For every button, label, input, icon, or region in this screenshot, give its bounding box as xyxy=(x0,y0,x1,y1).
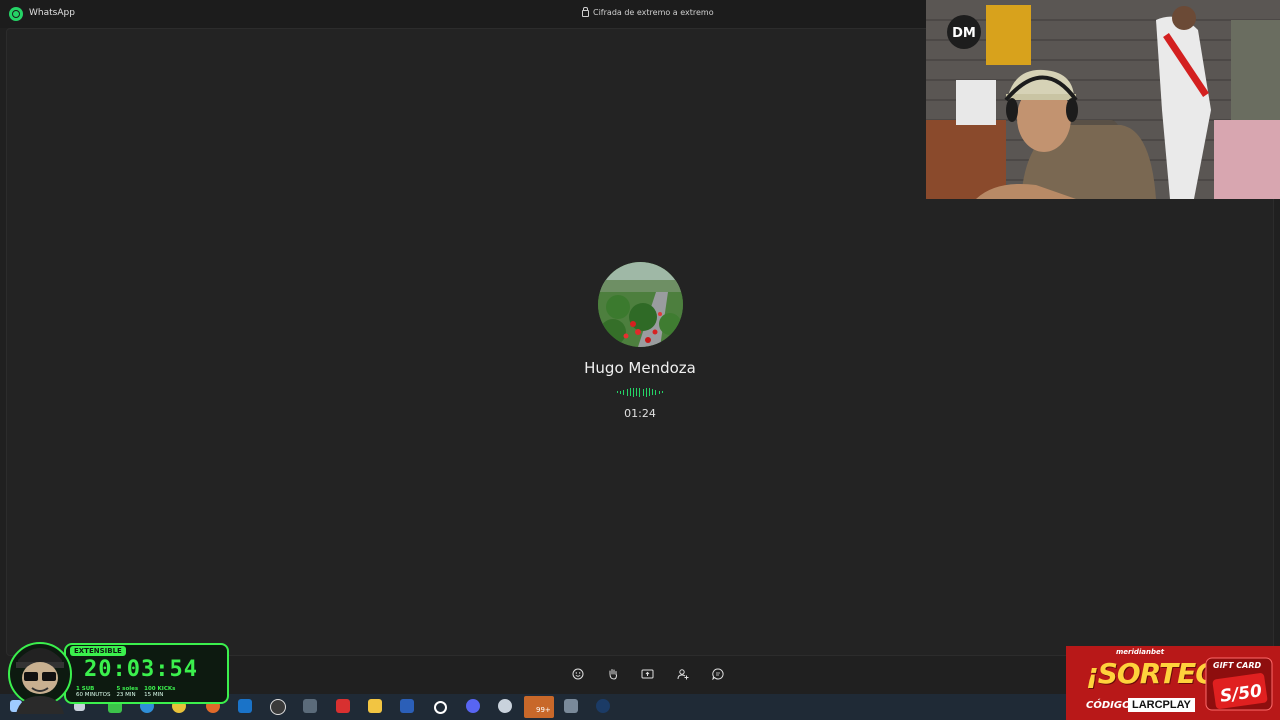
subathon-stats: 1 SUB 60 MINUTOS 5 soles 23 MIN 100 KICKs 1… xyxy=(76,686,175,698)
encryption-text: Cifrada de extremo a extremo xyxy=(593,8,714,17)
chat-icon[interactable] xyxy=(710,666,725,681)
app-icon-red[interactable] xyxy=(336,699,350,713)
app-title: WhatsApp xyxy=(29,8,75,18)
caller-avatar xyxy=(598,262,683,347)
gift-card-label: GIFT CARD xyxy=(1213,661,1262,670)
logitech-icon[interactable] xyxy=(434,701,447,714)
calculator-icon[interactable] xyxy=(564,699,578,713)
mascot-avatar xyxy=(6,634,74,714)
raise-hand-icon[interactable] xyxy=(605,666,620,681)
add-participant-icon[interactable] xyxy=(675,666,690,681)
caller-name: Hugo Mendoza xyxy=(584,359,696,377)
app-icon-cat[interactable] xyxy=(303,699,317,713)
obs-icon[interactable] xyxy=(270,699,286,715)
steam-icon[interactable] xyxy=(596,699,610,713)
stat-soles: 5 soles 23 MIN xyxy=(116,686,139,698)
promo-code: LARCPLAY xyxy=(1128,698,1195,712)
stat-sub: 1 SUB 60 MINUTOS xyxy=(76,686,111,698)
app-icon-kick[interactable] xyxy=(498,699,512,713)
share-screen-icon[interactable] xyxy=(640,666,655,681)
subathon-tag: EXTENSIBLE xyxy=(70,646,126,656)
encryption-notice: Cifrada de extremo a extremo xyxy=(582,7,714,17)
word-icon[interactable] xyxy=(400,699,414,713)
subathon-clock: 20:03:54 xyxy=(84,657,198,682)
webcam-feed: DM xyxy=(926,0,1280,199)
whatsapp-logo-icon xyxy=(9,7,23,21)
svg-text:DM: DM xyxy=(952,26,976,41)
emoji-icon[interactable] xyxy=(570,666,585,681)
call-duration: 01:24 xyxy=(624,407,656,420)
lock-icon xyxy=(582,7,589,17)
notification-badge: 99+ xyxy=(536,706,551,714)
call-controls xyxy=(570,666,725,681)
audio-wave-icon xyxy=(617,387,663,397)
stat-kicks: 100 KICKs 15 MIN xyxy=(144,686,176,698)
promo-banner: meridianbet ¡SORTEO! CÓDIGO: LARCPLAY GI… xyxy=(1066,646,1280,720)
outlook-icon[interactable] xyxy=(238,699,252,713)
file-explorer-icon[interactable] xyxy=(368,699,382,713)
discord-icon[interactable] xyxy=(466,699,480,713)
promo-brand: meridianbet xyxy=(1116,648,1165,656)
